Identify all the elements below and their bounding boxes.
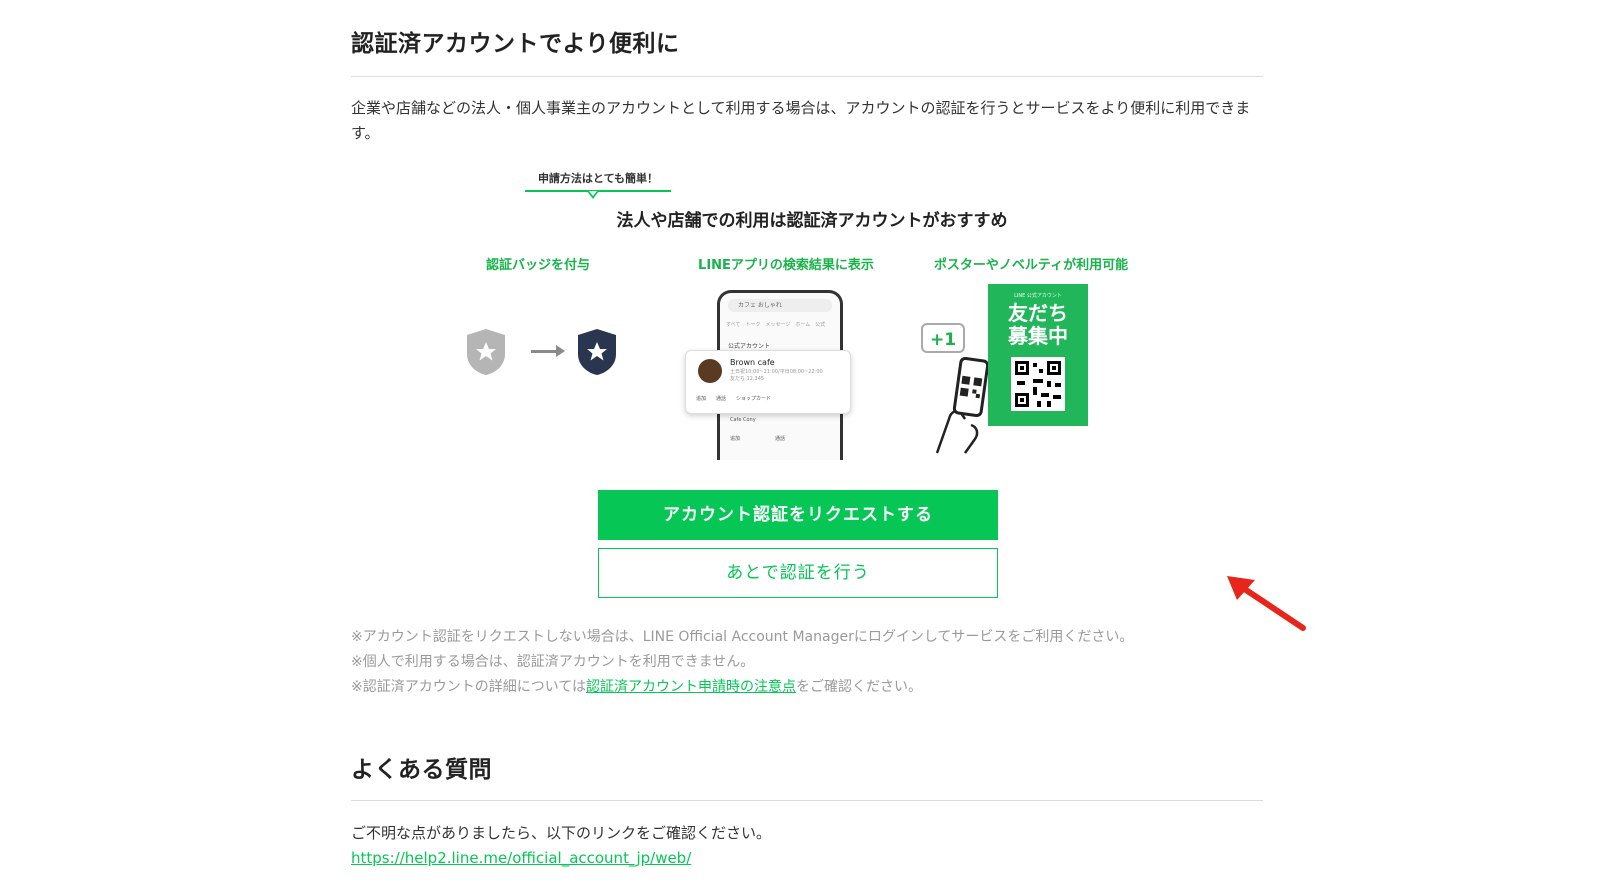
feature-search-label: LINEアプリの検索結果に表示 (698, 258, 874, 273)
feature-poster-label: ポスターやノベルティが利用可能 (933, 258, 1129, 273)
note-line: ※個人で利用する場合は、認証済アカウントを利用できません。 (351, 654, 755, 670)
navy-shield-icon (578, 329, 616, 375)
notes: ※アカウント認証をリクエストしない場合は、LINE Official Accou… (351, 625, 1263, 700)
annotation-arrow-icon (1227, 576, 1306, 631)
phone-tabs: すべて トーク メッセージ ホーム 公式 (726, 322, 826, 328)
section-title-faq: よくある質問 (351, 757, 492, 783)
gray-shield-icon (467, 329, 505, 375)
illustration-subtitle: 法人や店舗での利用は認証済アカウントがおすすめ (616, 211, 1008, 231)
phone-search-bar: カフェ おしゃれ (728, 299, 832, 312)
help-link[interactable]: https://help2.line.me/official_account_j… (351, 849, 691, 867)
search-result-card: Brown cafe 土日祝10:00~21:00/平日08:00~22:00 … (685, 350, 851, 414)
illustration-tag: 申請方法はとても簡単！ (537, 172, 659, 185)
verified-account-illustration: 申請方法はとても簡単！ 法人や店舗での利用は認証済アカウントがおすすめ 認証バッ… (351, 0, 1306, 631)
verified-account-notes-link[interactable]: 認証済アカウント申請時の注意点 (586, 679, 796, 695)
cafe-logo-icon (698, 359, 722, 383)
note-line: ※アカウント認証をリクエストしない場合は、LINE Official Accou… (351, 629, 1134, 645)
verify-later-button[interactable]: あとで認証を行う (598, 548, 998, 598)
note-line: ※認証済アカウントの詳細については認証済アカウント申請時の注意点をご確認ください… (351, 679, 923, 695)
divider (351, 800, 1263, 801)
request-verification-button[interactable]: アカウント認証をリクエストする (598, 490, 998, 540)
arrow-right-icon (531, 350, 559, 353)
phone-result-row: Cafe Cony 追加 通話 (730, 417, 786, 442)
friends-poster: LINE 公式アカウント 友だち 募集中 (988, 284, 1088, 426)
phone-section-label: 公式アカウント (728, 343, 771, 350)
qr-code-icon (1011, 357, 1065, 411)
faq-text: ご不明な点がありましたら、以下のリンクをご確認ください。 https://hel… (351, 824, 772, 867)
feature-badge-label: 認証バッジを付与 (485, 258, 590, 273)
plus-one-bubble: +1 (921, 323, 965, 353)
